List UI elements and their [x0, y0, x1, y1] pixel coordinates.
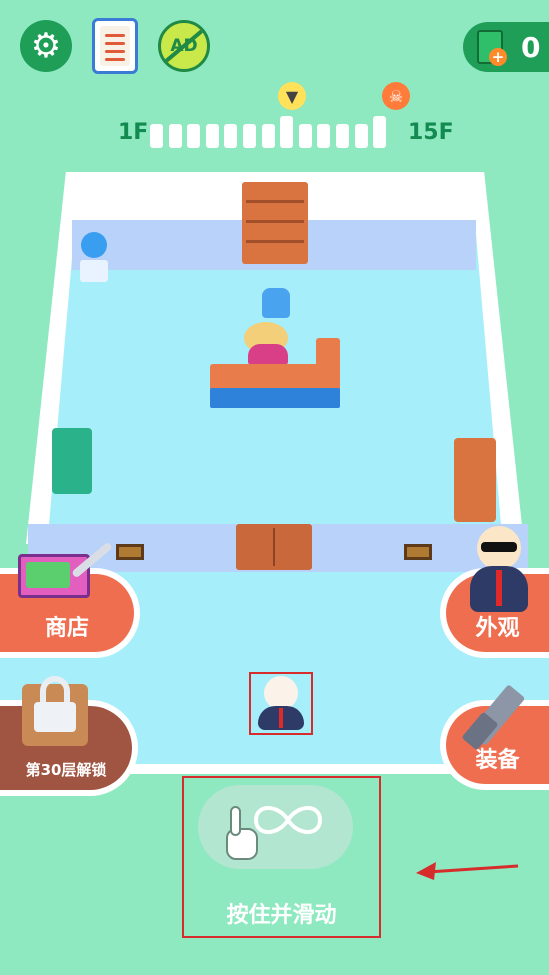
floor-segment	[150, 124, 163, 148]
floor-segment	[224, 124, 238, 148]
floor-segment	[168, 124, 182, 148]
office-chair	[262, 288, 290, 318]
padlock-icon	[22, 676, 90, 748]
water-cooler	[80, 232, 108, 284]
player-highlight-box	[249, 672, 313, 735]
gear-icon: ⚙	[30, 26, 62, 66]
receptionist-npc	[244, 322, 292, 368]
sofa	[454, 438, 496, 522]
pistol-icon	[461, 664, 536, 751]
floor-segment	[261, 124, 275, 148]
shop-chest-icon	[18, 540, 113, 602]
floor-segment	[205, 124, 219, 148]
notepad-icon	[100, 26, 130, 66]
agent-avatar-icon	[468, 526, 530, 618]
wall-picture-left	[116, 544, 144, 560]
bookshelf	[242, 182, 308, 264]
skull-icon: ☠	[382, 82, 410, 110]
unlock-label: 第30层解锁	[25, 761, 107, 779]
no-ads-button[interactable]: AD	[158, 20, 210, 72]
hint-highlight-box	[182, 776, 381, 938]
add-cash-icon: +	[489, 48, 507, 66]
floor-segment	[280, 116, 294, 148]
floor-segment	[187, 124, 201, 148]
shop-label: 商店	[44, 616, 89, 641]
floor-segment	[373, 116, 387, 148]
wall-picture-right	[404, 544, 432, 560]
green-cabinet	[52, 428, 92, 494]
settings-button[interactable]: ⚙	[20, 20, 72, 72]
game-screen[interactable]: ⚙ AD + 0 ▼ ☠ 1F 15F	[0, 0, 549, 975]
cash-amount: 0	[521, 30, 541, 64]
floor-segment	[317, 124, 331, 148]
floor-segment	[336, 124, 349, 148]
floor-segment	[298, 124, 312, 148]
cash-counter[interactable]: + 0	[463, 22, 549, 72]
room-door	[236, 524, 312, 570]
pointer-arrow-icon	[416, 862, 519, 880]
floor-segment	[243, 124, 256, 148]
floor-end-label: 15F	[408, 120, 454, 145]
pistol-icon: ▼	[278, 82, 306, 110]
floor-start-label: 1F	[118, 120, 149, 145]
floor-progress-bar: 1F 15F	[118, 116, 458, 152]
floor-segment	[354, 124, 368, 148]
tasks-button[interactable]	[92, 18, 138, 74]
